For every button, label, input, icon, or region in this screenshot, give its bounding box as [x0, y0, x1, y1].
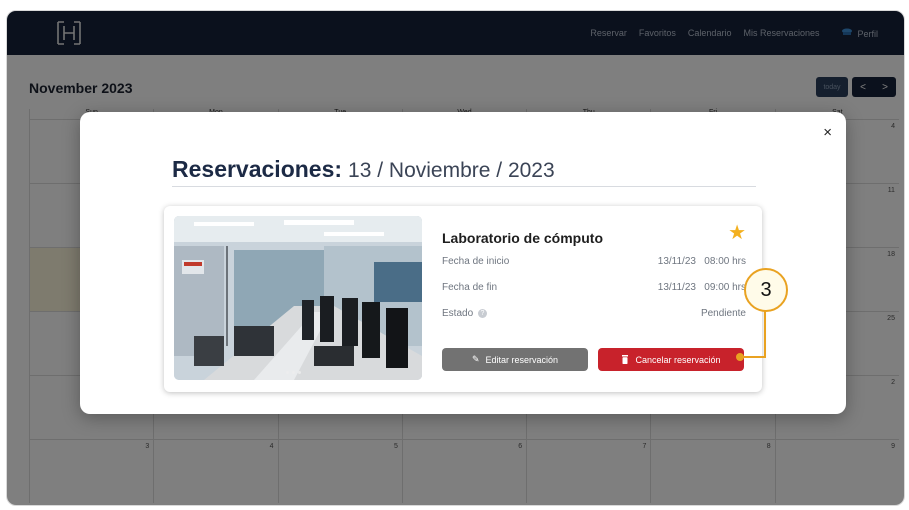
end-time: 09:00 hrs: [704, 282, 746, 293]
status-row-label: Estado ?: [442, 308, 487, 319]
modal-date: 13 / Noviembre / 2023: [348, 159, 555, 182]
reservations-modal: × Reservaciones: 13 / Noviembre / 2023 L…: [80, 112, 846, 414]
start-label: Fecha de inicio: [442, 256, 510, 267]
start-value: 13/11/23 08:00 hrs: [658, 256, 746, 267]
trash-icon: [622, 355, 629, 364]
end-value: 13/11/23 09:00 hrs: [658, 282, 746, 293]
annotation-badge: 3: [744, 268, 788, 312]
end-label: Fecha de fin: [442, 282, 498, 293]
start-time: 08:00 hrs: [704, 256, 746, 267]
edit-label: Editar reservación: [485, 354, 559, 365]
status-value: Pendiente: [700, 308, 746, 319]
modal-title: Reservaciones: 13 / Noviembre / 2023: [172, 156, 555, 183]
room-name: Laboratorio de cómputo: [442, 230, 603, 246]
star-icon[interactable]: ★: [728, 220, 746, 245]
annotation-dot: [736, 353, 744, 361]
help-icon[interactable]: ?: [477, 308, 487, 318]
start-date: 13/11/23: [657, 256, 696, 267]
status-label: Estado: [442, 308, 474, 319]
cancel-reservation-button[interactable]: Cancelar reservación: [598, 348, 744, 371]
edit-reservation-button[interactable]: ✎ Editar reservación: [442, 348, 588, 371]
end-date: 13/11/23: [657, 282, 696, 293]
reservation-card: Laboratorio de cómputo ★ Fecha de inicio…: [164, 206, 762, 392]
close-icon[interactable]: ×: [823, 124, 832, 141]
lab-photo-image: [174, 216, 422, 380]
carousel-dots[interactable]: [286, 371, 301, 374]
modal-title-label: Reservaciones:: [172, 156, 343, 182]
title-divider: [172, 186, 756, 187]
cancel-label: Cancelar reservación: [635, 354, 721, 365]
annotation-line: [764, 310, 766, 358]
pencil-icon: ✎: [471, 354, 480, 364]
room-photo[interactable]: [174, 216, 422, 380]
